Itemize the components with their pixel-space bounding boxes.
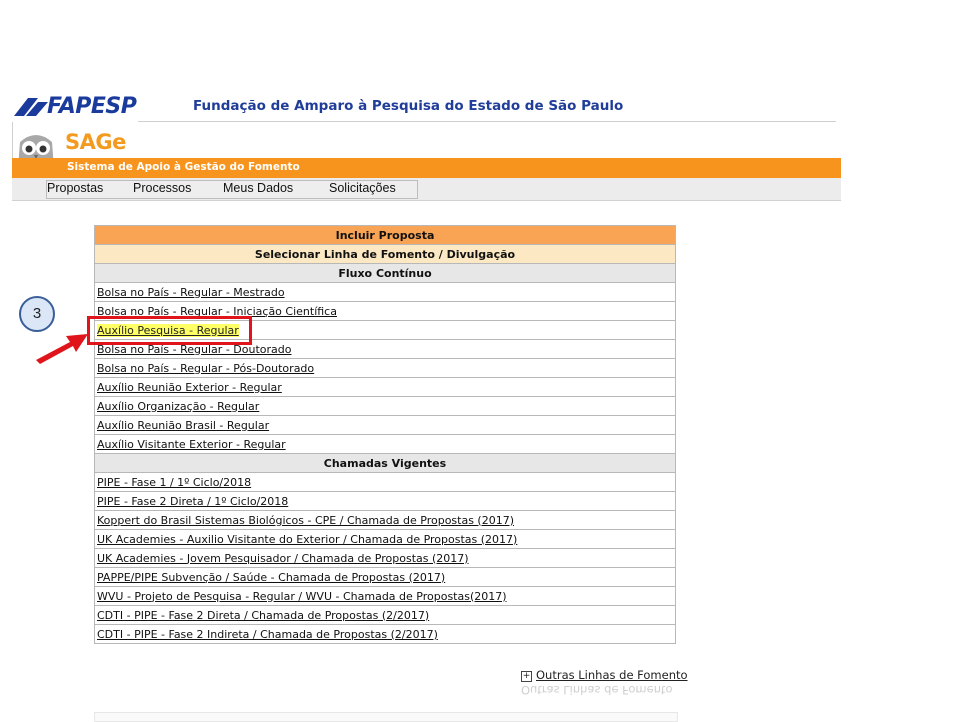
fapesp-wing-icon — [14, 98, 48, 116]
menu-item-solicitacoes[interactable]: Solicitações — [329, 181, 396, 195]
main-menu-bar: Propostas Processos Meus Dados Solicitaç… — [12, 178, 841, 201]
section-chamadas-vigentes: Chamadas Vigentes — [94, 453, 676, 473]
other-lines-label: Outras Linhas de Fomento — [536, 668, 688, 682]
call-link[interactable]: CDTI - PIPE - Fase 2 Indireta / Chamada … — [97, 628, 438, 641]
app-name: SAGe — [65, 130, 126, 154]
table-subtitle: Selecionar Linha de Fomento / Divulgação — [94, 244, 676, 264]
call-link[interactable]: UK Academies - Auxilio Visitante do Exte… — [97, 533, 517, 546]
call-link[interactable]: WVU - Projeto de Pesquisa - Regular / WV… — [97, 590, 507, 603]
other-lines-reflection: Outras Linhas de Fomento — [521, 683, 673, 697]
pointer-arrow-icon — [36, 334, 88, 364]
call-link[interactable]: PIPE - Fase 1 / 1º Ciclo/2018 — [97, 476, 251, 489]
menu-item-processos[interactable]: Processos — [133, 181, 191, 195]
table-title: Incluir Proposta — [94, 225, 676, 245]
line-link[interactable]: Auxílio Visitante Exterior - Regular — [97, 438, 286, 451]
call-link[interactable]: CDTI - PIPE - Fase 2 Direta / Chamada de… — [97, 609, 429, 622]
line-link[interactable]: Bolsa no País - Regular - Pós-Doutorado — [97, 362, 314, 375]
step-number-badge: 3 — [19, 296, 55, 332]
menu-item-meus-dados[interactable]: Meus Dados — [223, 181, 293, 195]
sage-header-panel — [12, 122, 841, 158]
table-reflection — [94, 712, 678, 722]
call-link[interactable]: PAPPE/PIPE Subvenção / Saúde - Chamada d… — [97, 571, 445, 584]
include-proposal-table: Incluir Proposta Selecionar Linha de Fom… — [94, 225, 676, 644]
app-subtitle: Sistema de Apoio à Gestão do Fomento — [67, 161, 300, 173]
foundation-title: Fundação de Amparo à Pesquisa do Estado … — [193, 98, 624, 114]
call-link[interactable]: PIPE - Fase 2 Direta / 1º Ciclo/2018 — [97, 495, 288, 508]
call-link[interactable]: Koppert do Brasil Sistemas Biológicos - … — [97, 514, 514, 527]
section-fluxo-continuo: Fluxo Contínuo — [94, 263, 676, 283]
other-lines-link[interactable]: + Outras Linhas de Fomento — [521, 668, 688, 682]
line-link[interactable]: Bolsa no País - Regular - Mestrado — [97, 286, 285, 299]
line-link[interactable]: Auxílio Reunião Brasil - Regular — [97, 419, 269, 432]
expand-plus-icon: + — [521, 671, 532, 682]
call-link[interactable]: UK Academies - Jovem Pesquisador / Chama… — [97, 552, 469, 565]
menu-item-propostas[interactable]: Propostas — [47, 181, 103, 195]
app-subtitle-bar: Sistema de Apoio à Gestão do Fomento — [12, 158, 841, 178]
fapesp-logo: FAPESP — [14, 94, 138, 120]
line-link[interactable]: Auxílio Reunião Exterior - Regular — [97, 381, 282, 394]
highlight-box — [87, 316, 252, 345]
other-lines-reflection-label: Outras Linhas de Fomento — [521, 683, 673, 697]
fapesp-logo-text: FAPESP — [47, 94, 137, 119]
line-link[interactable]: Auxílio Organização - Regular — [97, 400, 259, 413]
